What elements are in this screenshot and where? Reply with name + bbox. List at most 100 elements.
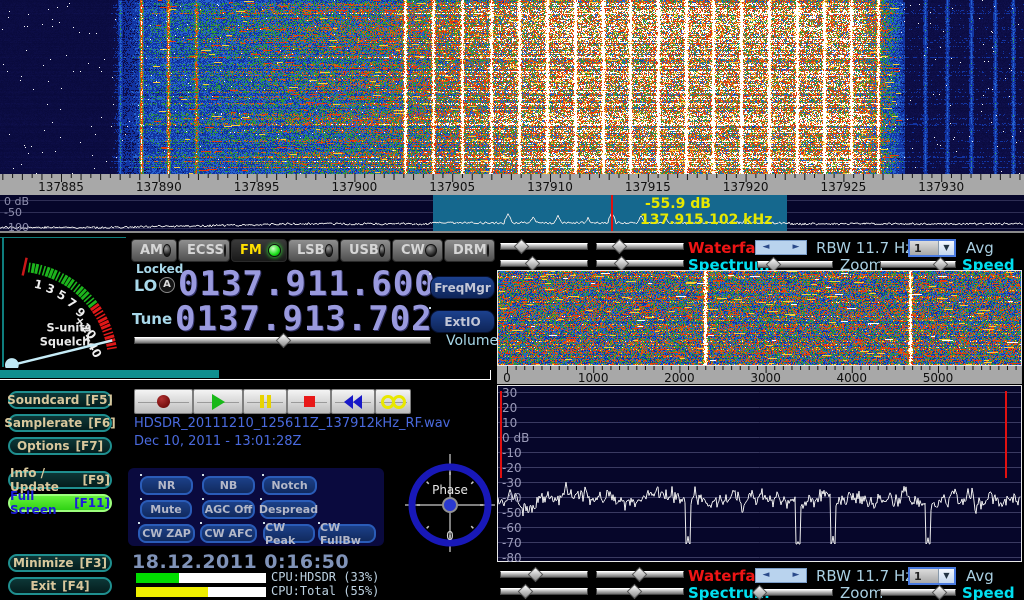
speed-slider-bottom-thumb[interactable] bbox=[931, 585, 947, 600]
menu-button-info-update[interactable]: Info / Update[F9] bbox=[8, 471, 112, 489]
dsp-button-cw-fullbw[interactable]: CW FullBw bbox=[318, 524, 376, 543]
playback-progress-fill bbox=[0, 370, 219, 378]
transport-record-button[interactable] bbox=[134, 389, 193, 414]
menu-button-hotkey: [F7] bbox=[76, 439, 104, 453]
transport-play-button[interactable] bbox=[193, 389, 243, 414]
mode-button-usb[interactable]: USB bbox=[340, 239, 391, 262]
dsp-button-cw-peak[interactable]: CW Peak bbox=[263, 524, 315, 543]
brightness-slider-bottom[interactable] bbox=[500, 571, 588, 578]
spectrum-gain-slider-bottom[interactable] bbox=[500, 588, 588, 595]
spectrum-range-slider-bottom[interactable] bbox=[596, 588, 684, 595]
speed-slider-bottom[interactable] bbox=[880, 589, 956, 596]
spectrum-range-slider-bottom-thumb[interactable] bbox=[627, 584, 643, 600]
avg-label-bottom: Avg bbox=[966, 567, 994, 585]
smeter-tick bbox=[105, 336, 114, 339]
af-ruler-label: 1000 bbox=[578, 371, 609, 385]
waterfall-scroll-top[interactable]: ◄► bbox=[755, 240, 807, 255]
mode-button-fm[interactable]: FM bbox=[231, 239, 287, 262]
record-icon bbox=[157, 395, 170, 408]
rewind-icon bbox=[344, 395, 362, 409]
brightness-slider-top[interactable] bbox=[500, 243, 588, 250]
rbw-readout-bottom: RBW 11.7 Hz bbox=[816, 567, 913, 585]
lo-frequency-display[interactable]: 0137.911.600 bbox=[178, 264, 436, 304]
dropdown-arrow-icon[interactable]: ▼ bbox=[938, 241, 954, 255]
lo-auto-badge[interactable]: A bbox=[159, 277, 175, 293]
scroll-left-arrow-icon[interactable]: ◄ bbox=[756, 241, 776, 254]
dsp-button-nr[interactable]: NR bbox=[140, 476, 193, 495]
menu-button-full-screen[interactable]: Full Screen[F11] bbox=[8, 494, 112, 512]
main-spectrum-strip[interactable]: -55.9 dB 137.915.102 kHz 0 dB-50-100 bbox=[0, 195, 1024, 232]
contrast-slider-bottom[interactable] bbox=[596, 571, 684, 578]
transport-pause-button[interactable] bbox=[243, 389, 287, 414]
frequency-ruler-label: 137905 bbox=[429, 180, 475, 194]
mode-button-ecss[interactable]: ECSS bbox=[178, 239, 230, 262]
tune-frequency-display[interactable]: 0137.913.702 bbox=[175, 299, 433, 339]
menu-button-minimize[interactable]: Minimize[F3] bbox=[8, 554, 112, 572]
smeter-tick bbox=[39, 265, 41, 275]
af-spectrum-display[interactable] bbox=[498, 386, 1021, 561]
phase-dial[interactable]: Phase 0 bbox=[405, 452, 495, 552]
dsp-button-nb[interactable]: NB bbox=[202, 476, 255, 495]
mode-button-drm[interactable]: DRM bbox=[444, 239, 495, 262]
dropdown-arrow-icon[interactable]: ▼ bbox=[938, 569, 954, 583]
mode-button-am[interactable]: AM bbox=[131, 239, 177, 262]
mode-button-cw[interactable]: CW bbox=[392, 239, 443, 262]
dsp-button-agc-off[interactable]: AGC Off bbox=[202, 500, 255, 519]
af-spectrum-box[interactable]: 3020100 dB-10-20-30-40-50-60-70-80 bbox=[497, 385, 1022, 562]
menu-button-exit[interactable]: Exit[F4] bbox=[8, 577, 112, 595]
transport-loop-button[interactable] bbox=[375, 389, 411, 414]
cursor-db-readout: -55.9 dB bbox=[645, 196, 711, 212]
tune-cursor-line[interactable] bbox=[611, 195, 613, 232]
dsp-button-mute[interactable]: Mute bbox=[140, 500, 192, 519]
scroll-left-arrow-icon[interactable]: ◄ bbox=[756, 569, 776, 582]
contrast-slider-bottom-thumb[interactable] bbox=[632, 567, 648, 583]
mode-button-label: DRM bbox=[453, 243, 487, 258]
playback-progress-bar[interactable] bbox=[0, 370, 491, 380]
menu-button-samplerate[interactable]: Samplerate[F6] bbox=[8, 414, 112, 432]
af-waterfall-box[interactable] bbox=[497, 270, 1022, 366]
brightness-slider-top-thumb[interactable] bbox=[513, 239, 529, 255]
speed-slider-top[interactable] bbox=[880, 261, 956, 268]
dsp-button-despread[interactable]: Despread bbox=[260, 500, 317, 519]
main-waterfall-display[interactable] bbox=[0, 0, 1024, 175]
af-db-scale-label: 10 bbox=[502, 416, 517, 430]
volume-slider[interactable] bbox=[134, 337, 431, 344]
zoom-slider-top[interactable] bbox=[757, 261, 833, 268]
divider bbox=[0, 231, 1024, 233]
scroll-right-arrow-icon[interactable]: ► bbox=[786, 569, 806, 582]
dsp-button-cw-zap[interactable]: CW ZAP bbox=[138, 524, 195, 543]
transport-stop-button[interactable] bbox=[287, 389, 331, 414]
af-db-scale-label: -60 bbox=[502, 521, 522, 535]
transport-rewind-button[interactable] bbox=[331, 389, 375, 414]
contrast-slider-top-thumb[interactable] bbox=[612, 239, 628, 255]
brightness-slider-bottom-thumb[interactable] bbox=[528, 567, 544, 583]
af-db-scale-label: 30 bbox=[502, 386, 517, 400]
spectrum-gain-slider-top-thumb[interactable] bbox=[525, 256, 541, 272]
mode-led-indicator bbox=[268, 244, 281, 257]
spectrum-gain-slider-top[interactable] bbox=[500, 260, 588, 267]
dsp-button-cw-afc[interactable]: CW AFC bbox=[200, 524, 257, 543]
spectrum-range-slider-top[interactable] bbox=[596, 260, 684, 267]
avg-dropdown-bottom[interactable]: 1▼ bbox=[908, 567, 956, 585]
loop-icon bbox=[381, 395, 406, 409]
af-db-scale-label: -10 bbox=[502, 446, 522, 460]
zoom-slider-bottom[interactable] bbox=[757, 589, 833, 596]
extio-button[interactable]: ExtIO bbox=[430, 310, 495, 333]
contrast-slider-top[interactable] bbox=[596, 243, 684, 250]
menu-button-hotkey: [F11] bbox=[74, 496, 110, 510]
main-frequency-ruler[interactable]: 1378851378901378951379001379051379101379… bbox=[0, 174, 1024, 195]
spectrum-gain-slider-bottom-thumb[interactable] bbox=[518, 584, 534, 600]
menu-button-soundcard[interactable]: Soundcard[F5] bbox=[8, 391, 112, 409]
spectrum-range-slider-top-thumb[interactable] bbox=[614, 256, 630, 272]
waterfall-scroll-bottom[interactable]: ◄► bbox=[755, 568, 807, 583]
freqmgr-button[interactable]: FreqMgr bbox=[430, 276, 495, 299]
af-frequency-ruler[interactable]: 010002000300040005000 bbox=[497, 366, 1022, 384]
scroll-right-arrow-icon[interactable]: ► bbox=[786, 241, 806, 254]
cpu-usage-bar bbox=[135, 572, 267, 584]
dsp-button-notch[interactable]: Notch bbox=[262, 476, 317, 495]
mode-button-lsb[interactable]: LSB bbox=[288, 239, 339, 262]
menu-button-options[interactable]: Options[F7] bbox=[8, 437, 112, 455]
mode-button-label: USB bbox=[349, 243, 379, 258]
avg-dropdown-top[interactable]: 1▼ bbox=[908, 239, 956, 257]
af-waterfall-display[interactable] bbox=[498, 271, 1021, 365]
